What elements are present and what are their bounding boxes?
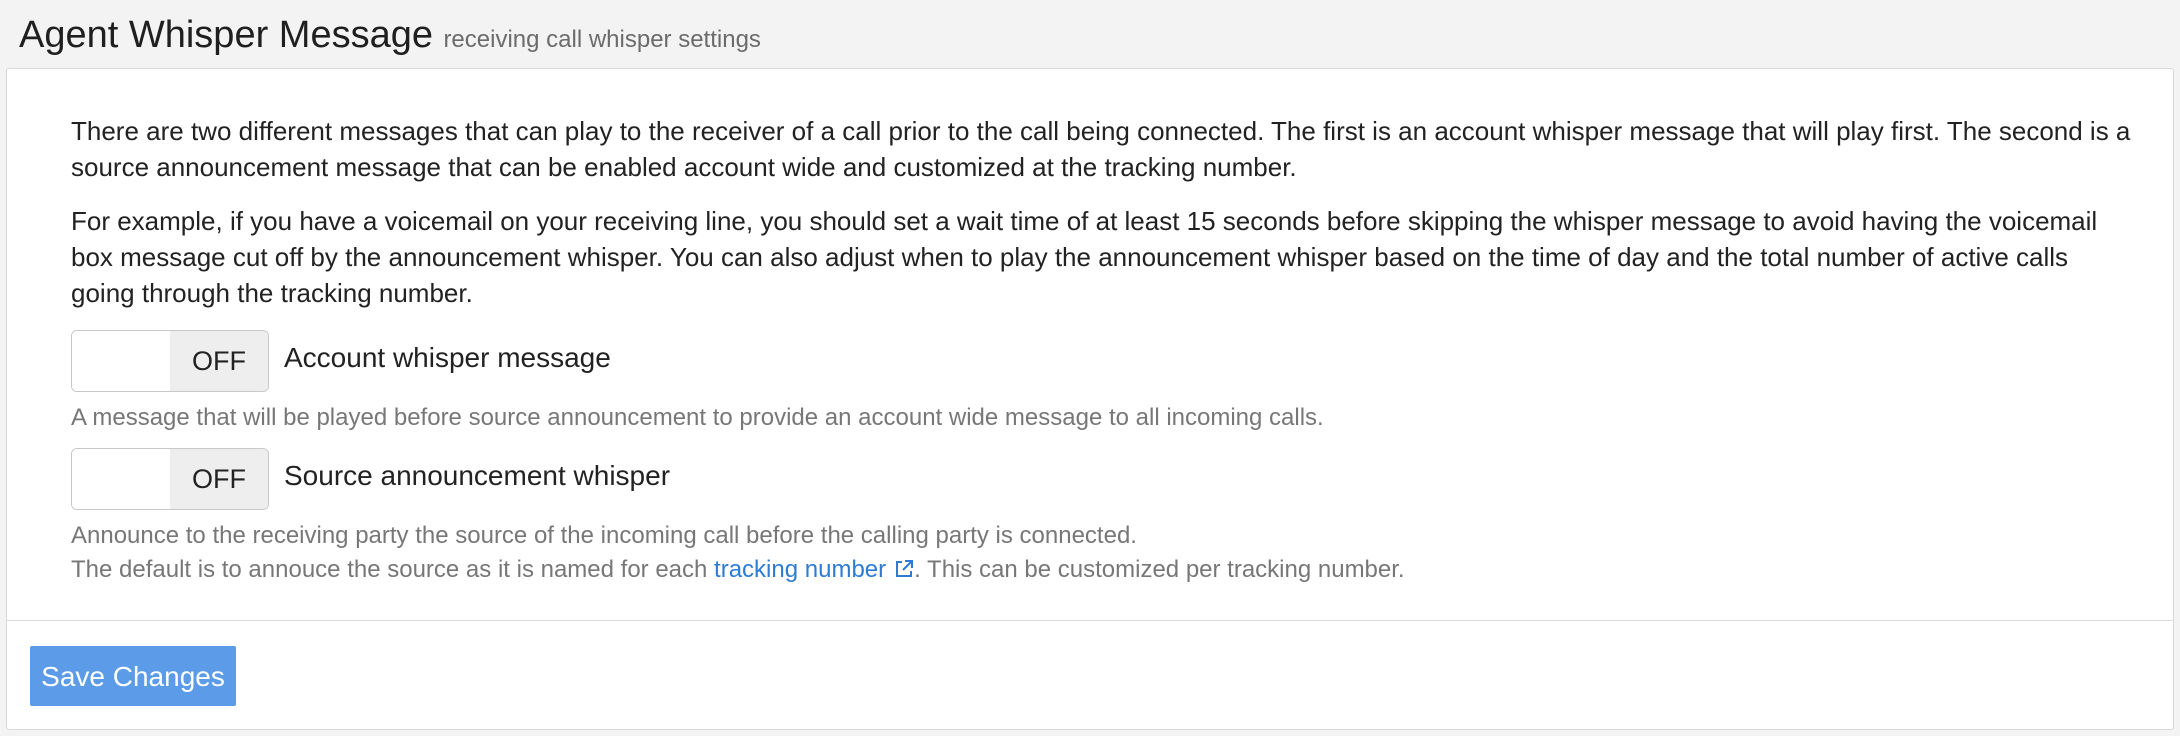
toggle-knob	[72, 449, 172, 509]
footer-divider	[7, 620, 2173, 621]
toggle-knob	[72, 331, 172, 391]
intro-paragraph-2: For example, if you have a voicemail on …	[71, 206, 2098, 308]
toggle-state-label: OFF	[170, 449, 268, 509]
external-link-icon	[896, 560, 914, 577]
source-announcement-toggle[interactable]: OFF	[71, 448, 269, 510]
tracking-number-link[interactable]: tracking number	[714, 556, 914, 583]
toggle-state-label: OFF	[170, 331, 268, 391]
help-text-prefix: The default is to annouce the source as …	[71, 556, 715, 583]
account-whisper-help: A message that will be played before sou…	[71, 404, 1324, 431]
intro-paragraph-1: There are two different messages that ca…	[71, 116, 2131, 182]
source-announcement-help-line-2: The default is to annouce the source as …	[71, 553, 1405, 587]
page-title: Agent Whisper Message	[19, 14, 433, 56]
help-text-suffix: . This can be customized per tracking nu…	[914, 556, 1405, 583]
page-header: Agent Whisper Message receiving call whi…	[19, 14, 761, 57]
account-whisper-toggle[interactable]: OFF	[71, 330, 269, 392]
settings-panel: There are two different messages that ca…	[6, 68, 2174, 730]
tracking-number-link-text: tracking number	[714, 556, 887, 583]
source-announcement-label: Source announcement whisper	[284, 460, 671, 491]
page-subtitle: receiving call whisper settings	[443, 26, 761, 53]
source-announcement-help-line-1: Announce to the receiving party the sour…	[71, 522, 1137, 549]
save-changes-button[interactable]: Save Changes	[30, 646, 236, 706]
account-whisper-label: Account whisper message	[284, 342, 611, 373]
